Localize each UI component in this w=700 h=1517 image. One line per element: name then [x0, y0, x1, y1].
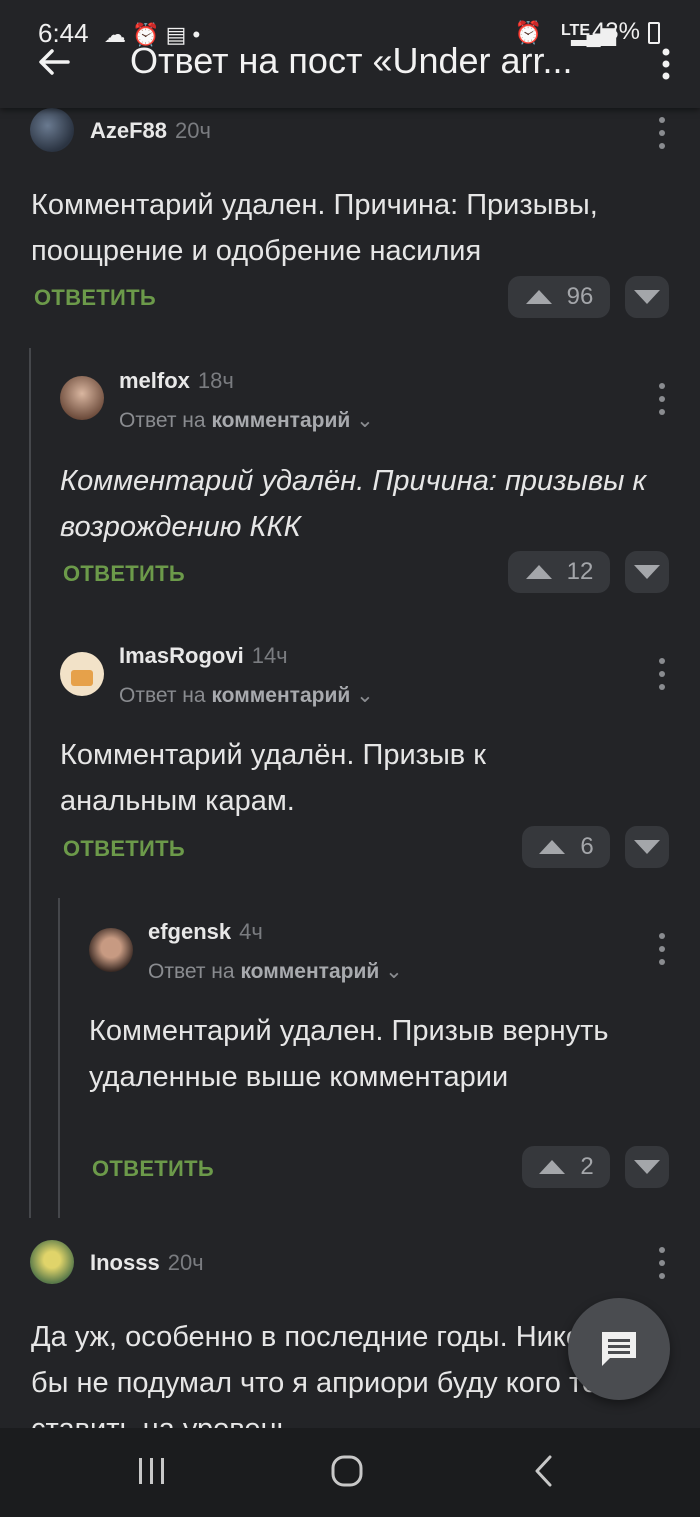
- vote-count: 96: [566, 283, 594, 310]
- reply-to-link[interactable]: Ответ на комментарий ⌄: [119, 683, 374, 708]
- more-vertical-icon[interactable]: [656, 46, 676, 82]
- triangle-down-icon: [634, 290, 660, 304]
- upvote-button[interactable]: 2: [522, 1146, 610, 1188]
- reply-button[interactable]: ОТВЕТИТЬ: [63, 561, 185, 587]
- reply-to-link[interactable]: Ответ на комментарий ⌄: [148, 959, 403, 984]
- upvote-button[interactable]: 12: [508, 551, 610, 593]
- downvote-button[interactable]: [625, 826, 669, 868]
- downvote-button[interactable]: [625, 551, 669, 593]
- reply-button[interactable]: ОТВЕТИТЬ: [34, 285, 156, 311]
- triangle-up-icon: [525, 290, 552, 304]
- comment-text: Комментарий удален. Причина: Призывы, по…: [31, 189, 598, 267]
- avatar[interactable]: [60, 376, 104, 420]
- upvote-button[interactable]: 96: [508, 276, 610, 318]
- chevron-down-icon: ⌄: [356, 684, 374, 707]
- app-header: 6:44 ☁ ⏰ ▤ • LTE ⏰ ▂▄▆ 43% Ответ на пост…: [0, 0, 700, 108]
- triangle-down-icon: [634, 840, 660, 854]
- thread-line: [58, 898, 60, 1218]
- home-icon[interactable]: [330, 1454, 364, 1488]
- comment-time: 4ч: [239, 919, 263, 944]
- back-arrow-icon[interactable]: [34, 42, 74, 82]
- downvote-button[interactable]: [625, 276, 669, 318]
- reply-button[interactable]: ОТВЕТИТЬ: [92, 1156, 214, 1182]
- comment-menu-icon[interactable]: [657, 932, 667, 966]
- avatar[interactable]: [30, 108, 74, 152]
- back-icon[interactable]: [532, 1454, 556, 1488]
- vote-count: 12: [566, 558, 594, 585]
- triangle-down-icon: [634, 1160, 660, 1174]
- thread-line: [29, 348, 31, 1218]
- comment-text: Комментарий удален. Призыв вернуть удале…: [89, 1015, 609, 1093]
- battery-icon: [648, 22, 660, 44]
- username[interactable]: melfox 18ч: [119, 368, 234, 394]
- comment-menu-icon[interactable]: [657, 657, 667, 691]
- reply-button[interactable]: ОТВЕТИТЬ: [63, 836, 185, 862]
- triangle-down-icon: [634, 565, 660, 579]
- avatar[interactable]: [30, 1240, 74, 1284]
- username[interactable]: efgensk 4ч: [148, 919, 263, 945]
- chevron-down-icon: ⌄: [385, 960, 403, 983]
- vote-count: 2: [580, 1153, 594, 1180]
- comment-text: Комментарий удалён. Призыв к анальным ка…: [60, 739, 486, 817]
- username[interactable]: ImasRogovi 14ч: [119, 643, 288, 669]
- comment-menu-icon[interactable]: [657, 116, 667, 150]
- upvote-button[interactable]: 6: [522, 826, 610, 868]
- username[interactable]: AzeF88 20ч: [90, 118, 211, 144]
- comment-text: Комментарий удалён. Причина: призывы к в…: [60, 465, 647, 543]
- username[interactable]: Inosss 20ч: [90, 1250, 204, 1276]
- avatar[interactable]: [89, 928, 133, 972]
- triangle-up-icon: [539, 840, 566, 854]
- comment-time: 20ч: [167, 1250, 204, 1275]
- vote-count: 6: [580, 833, 594, 860]
- page-title: Ответ на пост «Under arr...: [130, 40, 573, 81]
- avatar[interactable]: [60, 652, 104, 696]
- comment-time: 14ч: [251, 643, 288, 668]
- comment-menu-icon[interactable]: [657, 1246, 667, 1280]
- downvote-button[interactable]: [625, 1146, 669, 1188]
- chevron-down-icon: ⌄: [356, 409, 374, 432]
- comment-icon: [602, 1332, 636, 1366]
- comment-text: Да уж, особенно в последние годы. Никогд…: [31, 1321, 624, 1428]
- triangle-up-icon: [525, 565, 552, 579]
- triangle-up-icon: [539, 1160, 566, 1174]
- recent-apps-icon[interactable]: [136, 1456, 168, 1486]
- comment-time: 18ч: [197, 368, 234, 393]
- system-nav-bar: [0, 1428, 700, 1517]
- comment-menu-icon[interactable]: [657, 382, 667, 416]
- comment-time: 20ч: [175, 118, 211, 143]
- reply-to-link[interactable]: Ответ на комментарий ⌄: [119, 408, 374, 433]
- write-comment-button[interactable]: [568, 1298, 670, 1400]
